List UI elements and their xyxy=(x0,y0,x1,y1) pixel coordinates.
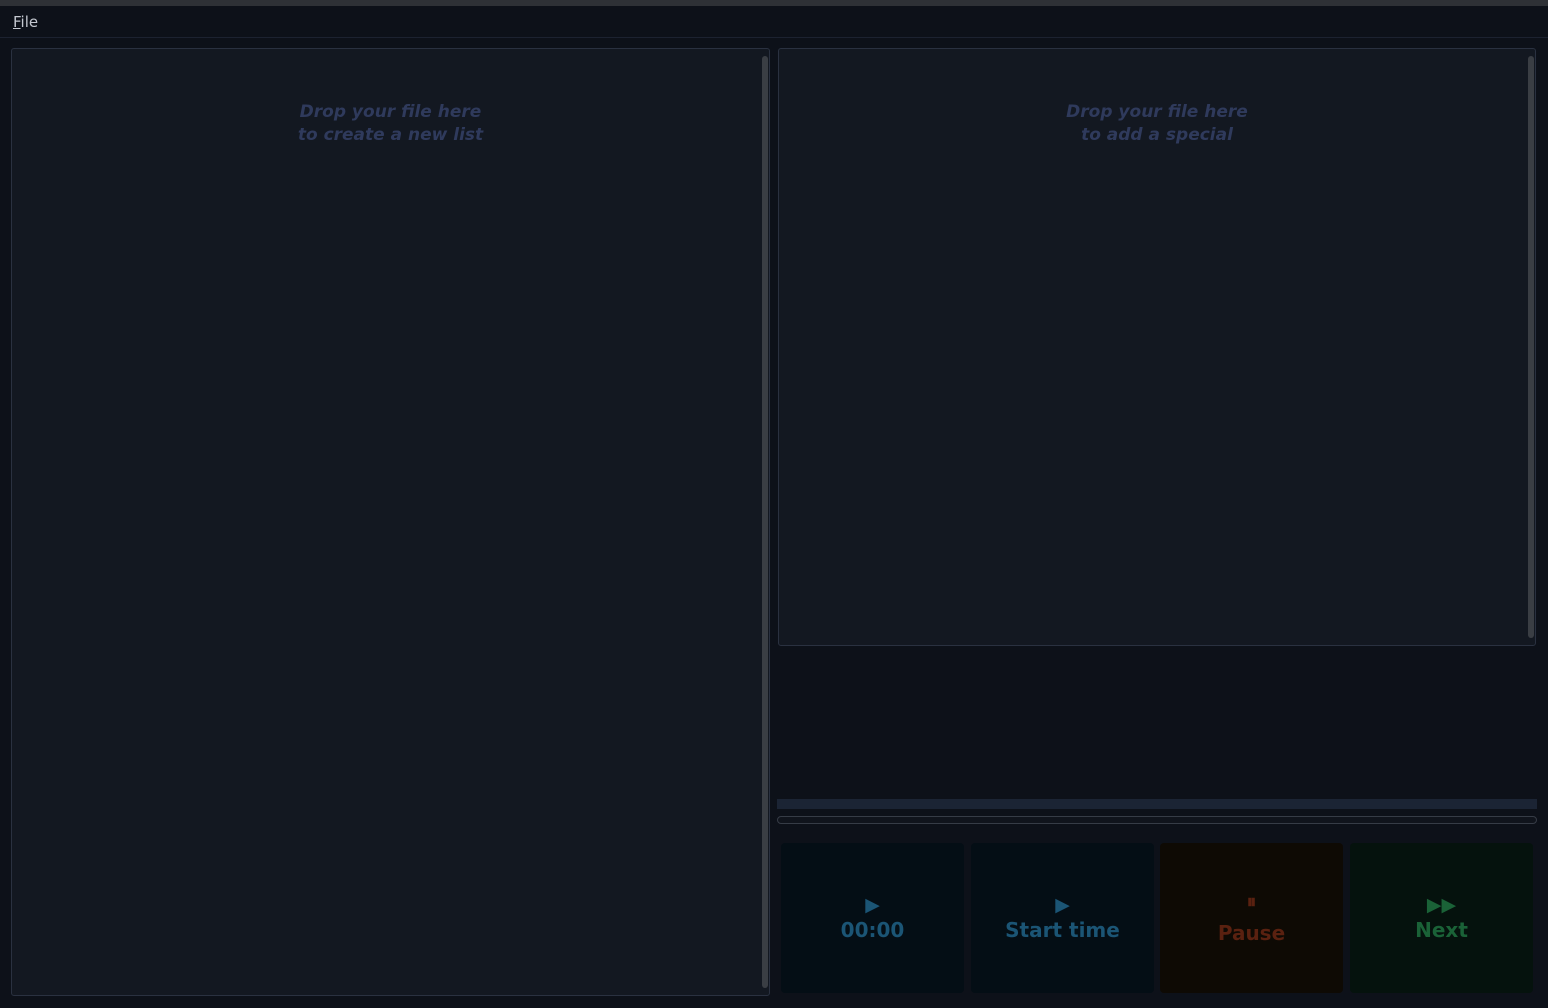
specials-drop-panel[interactable]: Drop your file here to add a special xyxy=(778,48,1536,646)
current-time-play-button[interactable]: ▶ 00:00 xyxy=(781,843,964,993)
playback-progress-bar xyxy=(777,799,1537,809)
specials-drop-hint: Drop your file here to add a special xyxy=(779,101,1535,147)
current-time-label: 00:00 xyxy=(840,917,905,942)
play-icon: ▶ xyxy=(1055,893,1070,916)
menu-file-mnemonic: F xyxy=(13,13,21,31)
specials-drop-hint-line1: Drop your file here xyxy=(1066,102,1248,122)
playlist-drop-panel[interactable]: Drop your file here to create a new list xyxy=(11,48,770,996)
menu-bar: File xyxy=(0,6,1548,38)
pause-icon: ⏸ xyxy=(1246,890,1257,913)
playlist-scrollbar[interactable] xyxy=(762,56,768,988)
next-button[interactable]: ▶▶ Next xyxy=(1350,843,1533,993)
play-icon: ▶ xyxy=(865,893,880,916)
fast-forward-icon: ▶▶ xyxy=(1426,893,1457,916)
specials-scrollbar[interactable] xyxy=(1528,56,1534,638)
playlist-drop-hint-line2: to create a new list xyxy=(297,125,484,145)
specials-drop-hint-line2: to add a special xyxy=(1081,125,1233,145)
menu-file-label: ile xyxy=(20,13,39,31)
next-label: Next xyxy=(1415,917,1468,942)
start-time-label: Start time xyxy=(1005,917,1120,942)
menu-file[interactable]: File xyxy=(13,13,38,31)
pause-button[interactable]: ⏸ Pause xyxy=(1160,843,1343,993)
pause-label: Pause xyxy=(1217,920,1286,945)
start-time-button[interactable]: ▶ Start time xyxy=(971,843,1154,993)
seek-slider[interactable] xyxy=(777,816,1537,824)
playlist-drop-hint: Drop your file here to create a new list xyxy=(12,101,769,147)
playlist-drop-hint-line1: Drop your file here xyxy=(299,102,482,122)
